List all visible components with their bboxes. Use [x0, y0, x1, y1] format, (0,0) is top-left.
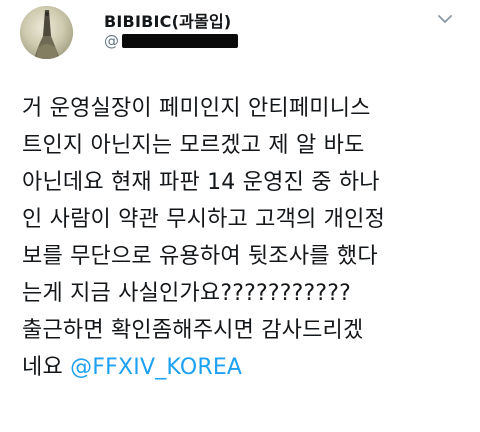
chevron-down-icon[interactable] — [436, 10, 454, 28]
tweet-line-last: 네요 @FFXIV_KOREA — [22, 349, 472, 386]
avatar[interactable] — [20, 6, 73, 59]
tweet-line: 인 사람이 약관 무시하고 고객의 개인정 — [22, 207, 386, 232]
tweet-line: 거 운영실장이 페미인지 안티페미니스 — [22, 96, 371, 121]
mention-link[interactable]: @FFXIV_KOREA — [70, 355, 242, 380]
redacted-handle — [122, 34, 238, 48]
tweet-line: 보를 무단으로 유용하여 뒷조사를 했다 — [22, 244, 378, 269]
avatar-image — [20, 6, 73, 59]
handle[interactable]: @ — [104, 31, 238, 51]
display-name[interactable]: BIBIBIC(과몰입) — [104, 8, 231, 32]
tweet-line: 아닌데요 현재 파판 14 운영진 중 하나 — [22, 170, 380, 195]
tweet-line: 출근하면 확인좀해주시면 감사드리겠 — [22, 318, 364, 343]
tweet-line-text: 네요 — [22, 355, 71, 380]
tweet-text: 거 운영실장이 페미인지 안티페미니스트인지 아닌지는 모르겠고 제 알 바도아… — [22, 90, 472, 386]
tweet-line: 트인지 아닌지는 모르겠고 제 알 바도 — [22, 133, 365, 158]
tweet-line: 는게 지금 사실인가요??????????? — [22, 281, 351, 306]
handle-at-sign: @ — [104, 32, 119, 50]
